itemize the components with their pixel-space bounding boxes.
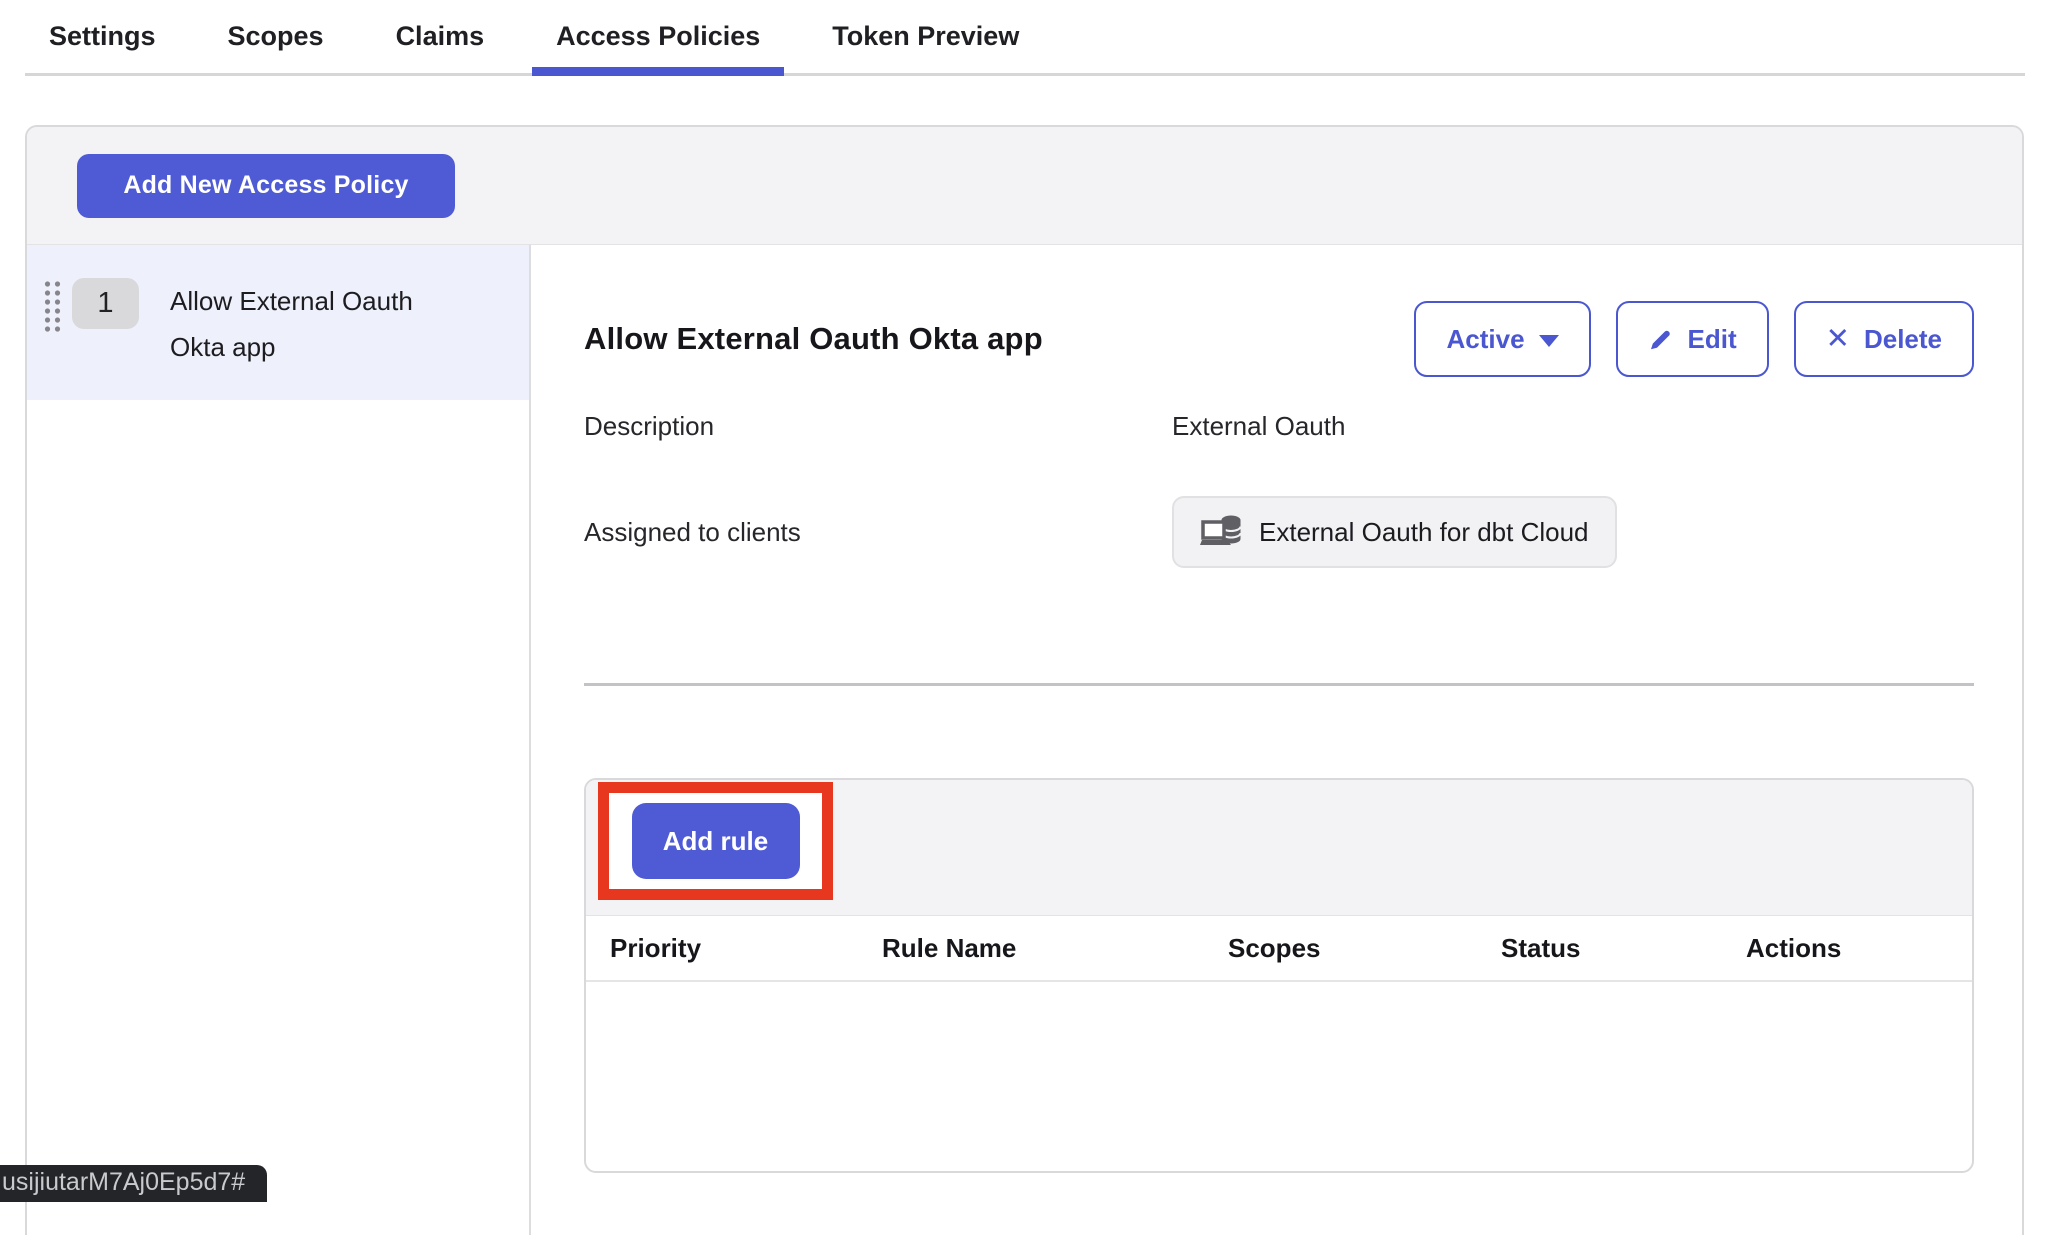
edit-button[interactable]: Edit — [1616, 301, 1769, 377]
drag-handle-icon[interactable] — [43, 280, 62, 337]
policy-title: Allow External Oauth Okta app — [584, 321, 1389, 357]
tab-bar: Settings Scopes Claims Access Policies T… — [25, 0, 2025, 76]
description-value: External Oauth — [1172, 411, 1974, 442]
policy-list-sidebar: 1 Allow External Oauth Okta app — [27, 245, 531, 1235]
column-header-scopes: Scopes — [1228, 933, 1501, 964]
column-header-rule-name: Rule Name — [882, 933, 1228, 964]
access-policies-panel: Add New Access Policy — [25, 125, 2024, 1235]
highlight-annotation-box: Add rule — [598, 782, 833, 900]
assigned-client-chip[interactable]: External Oauth for dbt Cloud — [1172, 496, 1617, 568]
policy-list-item-label: Allow External Oauth Okta app — [170, 278, 460, 370]
policy-priority-badge: 1 — [72, 278, 139, 329]
delete-button[interactable]: ✕ Delete — [1794, 301, 1974, 377]
status-dropdown-button[interactable]: Active — [1414, 301, 1590, 377]
edit-button-label: Edit — [1688, 324, 1737, 355]
description-label: Description — [584, 411, 1172, 442]
close-icon: ✕ — [1826, 325, 1850, 354]
tab-scopes[interactable]: Scopes — [204, 0, 348, 73]
link-preview-tooltip: usijiutarM7Aj0Ep5d7# — [0, 1165, 267, 1202]
column-header-actions: Actions — [1746, 933, 1948, 964]
tab-claims[interactable]: Claims — [372, 0, 509, 73]
tab-token-preview[interactable]: Token Preview — [808, 0, 1043, 73]
column-header-priority: Priority — [610, 933, 882, 964]
link-preview-text: usijiutarM7Aj0Ep5d7# — [2, 1168, 245, 1197]
rules-toolbar: Add rule — [586, 780, 1972, 916]
rules-table-card: Add rule Priority Rule Name Scopes Statu… — [584, 778, 1974, 1173]
rules-table-header: Priority Rule Name Scopes Status Actions — [586, 916, 1972, 982]
computer-database-icon — [1200, 513, 1244, 551]
assigned-clients-label: Assigned to clients — [584, 517, 1172, 548]
column-header-status: Status — [1501, 933, 1746, 964]
add-rule-button[interactable]: Add rule — [632, 803, 800, 879]
policy-list-item[interactable]: 1 Allow External Oauth Okta app — [27, 245, 529, 400]
panel-toolbar: Add New Access Policy — [27, 127, 2022, 245]
pencil-icon — [1648, 326, 1674, 352]
delete-button-label: Delete — [1864, 324, 1942, 355]
chevron-down-icon — [1539, 335, 1559, 347]
policy-detail: Allow External Oauth Okta app Active Edi… — [531, 245, 2022, 1235]
assigned-client-name: External Oauth for dbt Cloud — [1259, 517, 1589, 548]
section-divider — [584, 683, 1974, 686]
tab-access-policies[interactable]: Access Policies — [532, 0, 784, 73]
status-dropdown-label: Active — [1446, 324, 1524, 355]
add-new-access-policy-button[interactable]: Add New Access Policy — [77, 154, 455, 218]
tab-settings[interactable]: Settings — [25, 0, 180, 73]
rules-table-body-empty — [586, 982, 1972, 1170]
